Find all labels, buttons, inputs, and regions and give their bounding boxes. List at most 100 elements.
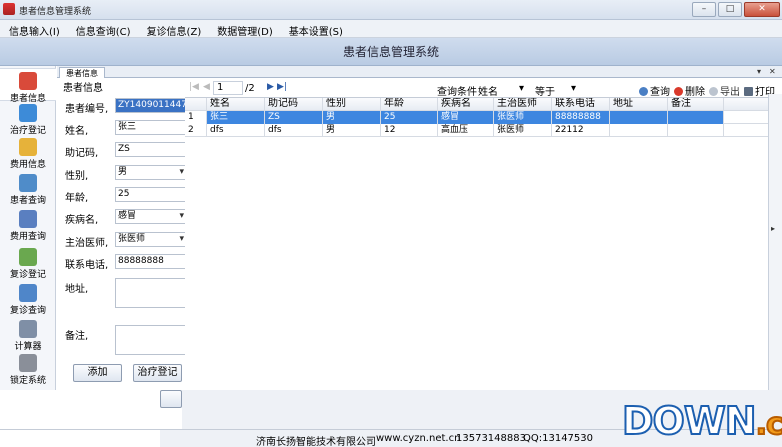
sidebar-item-treatment[interactable]: 治疗登记 <box>0 102 56 136</box>
table-cell[interactable]: 22112 <box>552 124 610 137</box>
sidebar-item-fee-search[interactable]: 费用查询 <box>0 208 56 242</box>
code-input[interactable]: ZS <box>115 142 188 157</box>
column-header[interactable]: 主治医师 <box>494 98 552 111</box>
close-button[interactable]: ✕ <box>744 2 780 17</box>
column-header[interactable]: 年龄 <box>381 98 438 111</box>
table-cell[interactable]: 88888888 <box>552 111 610 124</box>
table-cell[interactable]: dfs <box>207 124 265 137</box>
query-button[interactable]: 查询 <box>639 83 670 98</box>
table-cell[interactable]: 男 <box>323 111 381 124</box>
pager-toolbar: |◀ ◀ 1 /2 ▶ ▶| 查询条件 姓名 ▾ 等于 ▾ 查询 删除 导出 打… <box>185 80 782 98</box>
address-input[interactable] <box>115 278 188 308</box>
sidebar: 患者信息 治疗登记 费用信息 患者查询 费用查询 复诊登记 复诊查询 计算器 锁… <box>0 66 56 390</box>
table-cell[interactable]: 感冒 <box>438 111 494 124</box>
menu-revisit[interactable]: 复诊信息(Z) <box>138 20 209 38</box>
column-header[interactable]: 助记码 <box>265 98 323 111</box>
menu-info-input[interactable]: 信息输入(I) <box>0 20 67 38</box>
table-cell[interactable] <box>668 111 724 124</box>
column-header[interactable]: 性别 <box>323 98 381 111</box>
status-qq: QQ:13147530 <box>523 433 594 444</box>
page-input[interactable]: 1 <box>213 81 243 95</box>
table-cell[interactable]: ZS <box>265 111 323 124</box>
last-page-icon[interactable]: ▶| <box>277 82 287 92</box>
sidebar-item-patient-search[interactable]: 患者查询 <box>0 172 56 206</box>
field-label: 疾病名, <box>65 215 99 226</box>
patient-id-input[interactable]: ZY140901144720 <box>115 98 188 113</box>
field-label: 主治医师, <box>65 238 109 249</box>
condition-value-input[interactable] <box>583 81 633 95</box>
table-cell[interactable]: 张三 <box>207 111 265 124</box>
condition-field-select[interactable]: 姓名 <box>478 83 498 98</box>
revisit-search-icon <box>19 284 37 302</box>
delete-icon <box>674 87 683 96</box>
disease-select[interactable]: 感冒 <box>115 209 188 224</box>
sidebar-item-label: 锁定系统 <box>9 376 46 386</box>
query-icon <box>639 87 648 96</box>
tab-patient-info[interactable]: 患者信息 <box>59 67 105 78</box>
export-button[interactable]: 导出 <box>709 83 740 98</box>
table-cell[interactable]: 张医师 <box>494 124 552 137</box>
print-icon <box>744 87 753 96</box>
table-cell[interactable] <box>610 124 668 137</box>
column-header[interactable]: 地址 <box>610 98 668 111</box>
sidebar-item-fee[interactable]: 费用信息 <box>0 136 56 170</box>
export-icon <box>709 87 718 96</box>
field-dropdown-icon[interactable]: ▾ <box>519 83 524 94</box>
delete-button[interactable]: 删除 <box>674 83 705 98</box>
table-cell[interactable]: 高血压 <box>438 124 494 137</box>
field-label: 性别, <box>65 171 89 182</box>
minimize-button[interactable]: – <box>692 2 716 17</box>
sidebar-item-label: 计算器 <box>14 342 42 352</box>
name-input[interactable]: 张三 <box>115 120 188 135</box>
condition-operator-select[interactable]: 等于 <box>535 83 555 98</box>
tab-menu-icon[interactable]: ▾ <box>757 66 761 77</box>
first-page-icon[interactable]: |◀ <box>189 82 199 92</box>
field-label: 备注, <box>65 331 89 342</box>
status-phone: 13573148883 <box>456 433 526 444</box>
prev-page-icon[interactable]: ◀ <box>203 82 210 92</box>
column-header[interactable]: 姓名 <box>207 98 265 111</box>
age-input[interactable]: 25 <box>115 187 188 202</box>
column-header[interactable]: 备注 <box>668 98 724 111</box>
menu-settings[interactable]: 基本设置(S) <box>280 20 350 38</box>
patient-icon <box>19 72 37 90</box>
menu-info-query[interactable]: 信息查询(C) <box>67 20 138 38</box>
table-cell[interactable]: 25 <box>381 111 438 124</box>
fee-search-icon <box>19 210 37 228</box>
note-input[interactable] <box>115 325 188 355</box>
dock-arrow-icon[interactable]: ▸ <box>771 224 775 233</box>
sidebar-item-label: 费用信息 <box>9 160 46 170</box>
table-header: 姓名 助记码 性别 年龄 疾病名 主治医师 联系电话 地址 备注 <box>185 98 782 111</box>
doctor-select[interactable]: 张医师 <box>115 232 188 247</box>
table-cell[interactable]: 12 <box>381 124 438 137</box>
hidden-button-stub[interactable] <box>160 390 182 408</box>
add-button[interactable]: 添加 <box>73 364 122 382</box>
phone-input[interactable]: 88888888 <box>115 254 188 269</box>
maximize-button[interactable]: □ <box>718 2 742 17</box>
table-row[interactable]: 1 张三 ZS 男 25 感冒 张医师 88888888 <box>185 111 782 124</box>
table-cell[interactable] <box>610 111 668 124</box>
sidebar-item-label: 治疗登记 <box>9 126 46 136</box>
treatment-register-button[interactable]: 治疗登记 <box>133 364 182 382</box>
table-row[interactable]: 2 dfs dfs 男 12 高血压 张医师 22112 <box>185 124 782 137</box>
menu-data-manage[interactable]: 数据管理(D) <box>208 20 280 38</box>
operator-dropdown-icon[interactable]: ▾ <box>571 83 576 94</box>
tab-close-icon[interactable]: ✕ <box>769 66 776 77</box>
lock-icon <box>19 354 37 372</box>
sidebar-item-calculator[interactable]: 计算器 <box>0 318 56 352</box>
gender-select[interactable]: 男 <box>115 165 188 180</box>
table-cell[interactable]: 张医师 <box>494 111 552 124</box>
sidebar-item-revisit-search[interactable]: 复诊查询 <box>0 282 56 316</box>
table-cell[interactable]: 男 <box>323 124 381 137</box>
field-code: 助记码, ZS <box>65 142 188 159</box>
table-cell[interactable] <box>668 124 724 137</box>
sidebar-item-patient-info[interactable]: 患者信息 <box>0 68 56 104</box>
status-site: www.cyzn.net.cn <box>376 433 461 444</box>
next-page-icon[interactable]: ▶ <box>267 82 274 92</box>
column-header[interactable]: 疾病名 <box>438 98 494 111</box>
sidebar-item-revisit-register[interactable]: 复诊登记 <box>0 246 56 280</box>
field-label: 患者编号, <box>65 104 109 115</box>
sidebar-item-lock[interactable]: 锁定系统 <box>0 352 56 386</box>
column-header[interactable]: 联系电话 <box>552 98 610 111</box>
table-cell[interactable]: dfs <box>265 124 323 137</box>
